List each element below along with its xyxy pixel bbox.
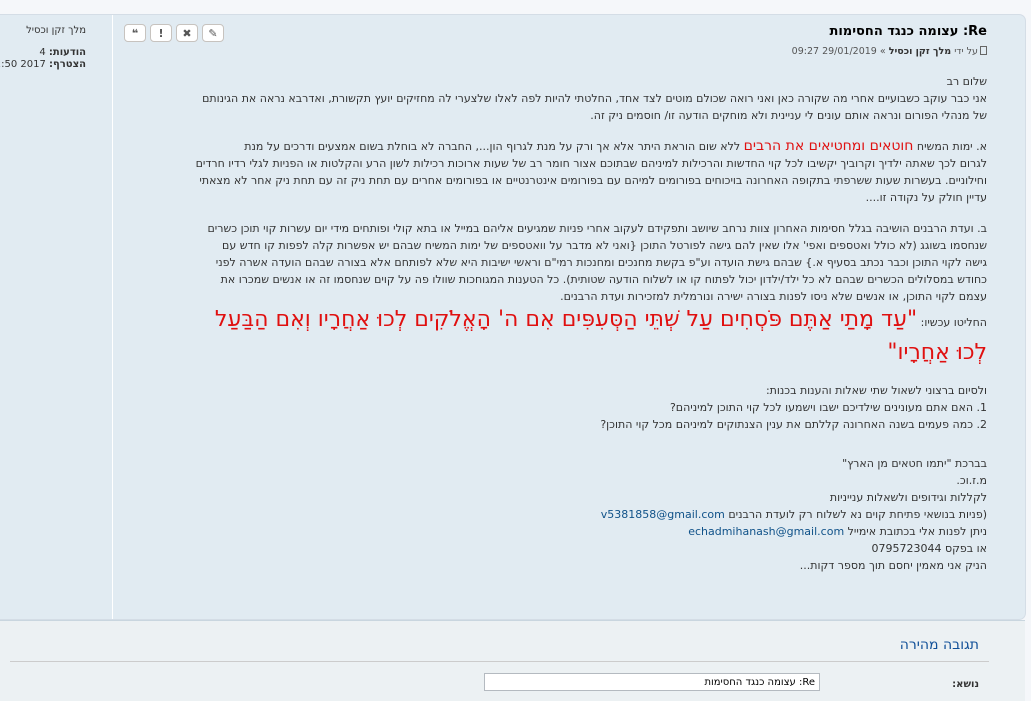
joined-label: הצטרף: <box>49 59 86 70</box>
section-a-line-2: לגרום לכך שאתה ילדיך וקרוביך יקשיבו לכל … <box>195 157 987 170</box>
signature-line-5: ניתן לפנות אלי בכתובת אימייל echadmihana… <box>117 523 987 540</box>
section-a-prefix: א. ימות המשיח <box>913 140 987 153</box>
verse-line-2: לְכוּ אַחֲרָיו" <box>887 340 987 365</box>
question-2: 2. כמה פעמים בשנה האחרונה קללתם את ענין … <box>600 418 987 431</box>
verse-line-1: החליטו עכשיו: "עַד מָתַי אַתֶּם פֹּסְחִי… <box>117 305 987 338</box>
quick-reply-panel: תגובה מהירה נושא: <box>0 620 1025 701</box>
post-profile: מלך זקן וכסיל הודעות: 4 הצטרף: 2017 12:5… <box>0 15 113 619</box>
question-1: 1. האם אתם מעונינים שילדיכם ישבו וישמעו … <box>669 401 987 414</box>
signature-line-1: בברכת "יתמו חטאים מן הארץ" <box>842 457 987 470</box>
author-email-link[interactable]: echadmihanash@gmail.com <box>688 525 844 538</box>
post-body: Re: עצומה כנגד החסימות על ידי מלך זקן וכ… <box>117 21 987 574</box>
intro-line-1: אני כבר עוקב כשבועיים אחרי מה שקורה כאן … <box>202 92 987 105</box>
greeting: שלום רב <box>946 75 987 88</box>
profile-username[interactable]: מלך זקן וכסיל <box>26 25 86 36</box>
quick-reply-title: תגובה מהירה <box>899 637 979 653</box>
joined-value: 2017 12:50 <box>0 59 46 70</box>
meta-prefix: על ידי <box>954 46 978 57</box>
section-a-line-4: עדיין חולק על נקודה זו.... <box>865 191 987 204</box>
committee-email-link[interactable]: v5381858@gmail.com <box>601 508 725 521</box>
section-b-line-3: גישה לקוי התוכן וכבר נכתב בסעיף א.} שבהם… <box>215 256 987 269</box>
section-a-line-3: וחילוניים. בעשרות שעות ששרפתי בתקופה האח… <box>199 174 987 187</box>
signature-line-3: לקללות וגידופים ולשאלות ענייניות <box>829 491 987 504</box>
post-meta: על ידי מלך זקן וכסיל » 29/01/2019 09:27 <box>117 43 987 60</box>
signature-line-6: או בפקס 0795723044 <box>871 542 987 555</box>
profile-post-count: הודעות: 4 <box>39 47 86 58</box>
posts-value: 4 <box>39 47 46 58</box>
post-icon[interactable] <box>980 46 987 55</box>
profile-joined: הצטרף: 2017 12:50 <box>0 59 86 70</box>
subject-input[interactable] <box>484 673 820 691</box>
quick-reply-divider <box>10 661 989 662</box>
post-author[interactable]: מלך זקן וכסיל <box>889 46 951 57</box>
section-a-line-1: א. ימות המשיח חוטאים ומחטיאים את הרבים ל… <box>117 138 987 155</box>
section-a-rest: ללא שום הוראת היתר אלא אך ורק על מנת לגר… <box>244 140 744 153</box>
section-b-line-2: שנחסמו בשוגג (לא כולל ואטספים ואפי' אלו … <box>222 239 987 252</box>
signature-line-4-text: (פניות בנושאי פתיחת קוים נא לשלוח רק לוע… <box>724 508 987 521</box>
post-date: 29/01/2019 09:27 <box>791 46 877 57</box>
signature-line-2: מ.ז.וכ. <box>956 474 987 487</box>
section-b-line-4: כחודש במסלולים הכשרים שבהם לא כל ילד/ילד… <box>220 273 987 286</box>
signature-line-7: הניק אני מאמין יחסם תוך מספר דקות... <box>799 559 987 572</box>
posts-label: הודעות: <box>48 47 86 58</box>
section-a-highlight: חוטאים ומחטיאים את הרבים <box>743 138 914 154</box>
conclusion-label: החליטו עכשיו: <box>917 316 987 329</box>
subject-label: נושא: <box>952 679 979 690</box>
section-b-line-5: עצמם לקוי התוכן, או אנשים שלא ניסו לפנות… <box>560 290 987 303</box>
intro-line-2: של מנהלי הפורום ונראה אותם עונים לי עניי… <box>590 109 987 122</box>
section-b-line-1: ב. ועדת הרבנים הושיבה בגלל חסימות האחרון… <box>207 222 988 235</box>
verse-text-1: "עַד מָתַי אַתֶּם פֹּסְחִים עַל שְׁתֵּי … <box>214 307 918 332</box>
forum-post: מלך זקן וכסיל הודעות: 4 הצטרף: 2017 12:5… <box>0 14 1026 620</box>
signature-line-5-text: ניתן לפנות אלי בכתובת אימייל <box>844 525 987 538</box>
signature-line-4: (פניות בנושאי פתיחת קוים נא לשלוח רק לוע… <box>117 506 987 523</box>
meta-separator: » <box>879 46 886 57</box>
questions-intro: ולסיום ברצוני לשאול שתי שאלות והענות בכנ… <box>765 384 987 397</box>
post-title[interactable]: Re: עצומה כנגד החסימות <box>117 23 987 40</box>
